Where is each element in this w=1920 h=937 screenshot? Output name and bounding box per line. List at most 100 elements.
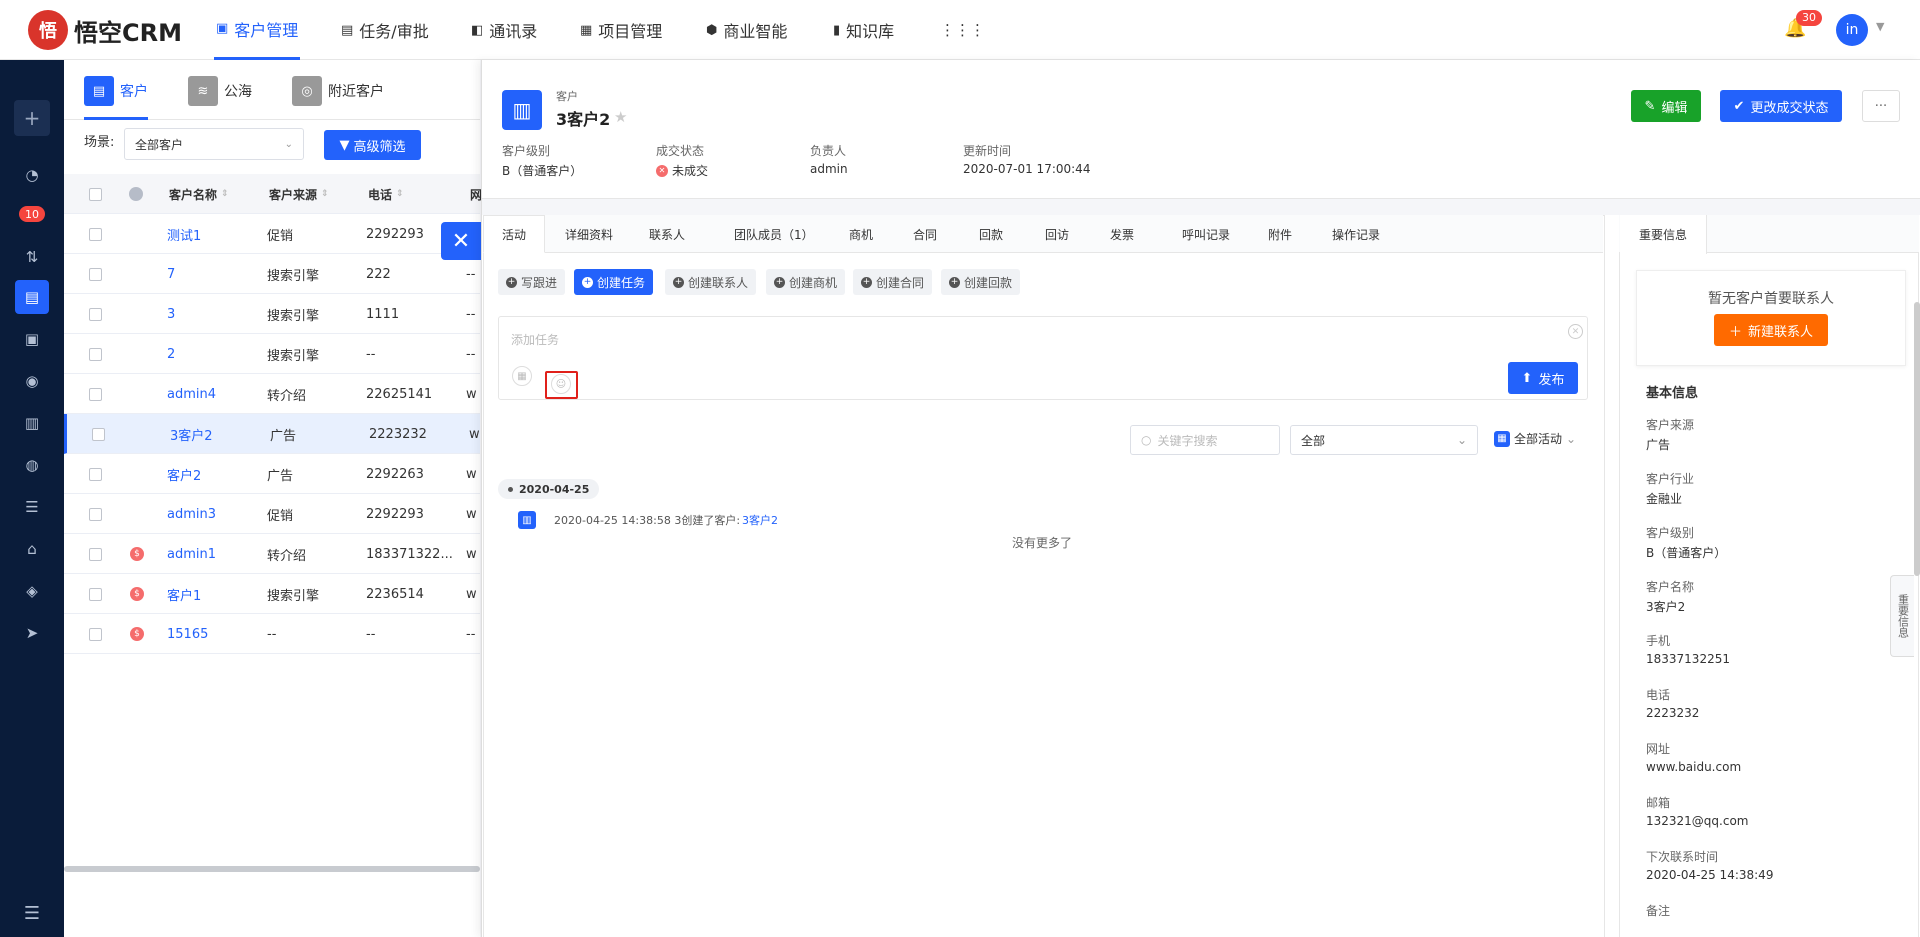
table-row[interactable]: 测试1 促销 2292293 [64,214,480,254]
stack-icon[interactable]: ☰ [0,492,64,522]
app-logo[interactable]: 悟 悟空CRM [28,10,182,50]
row-checkbox[interactable] [89,347,102,361]
customer-name-link[interactable]: 客户1 [167,574,201,614]
collapse-menu-icon[interactable]: ☰ [0,898,64,928]
customer-name-link[interactable]: 15165 [167,614,208,654]
scene-select[interactable]: 全部客户 ⌄ [124,128,304,160]
tab-customer[interactable]: ▤ 客户 [84,76,148,106]
table-row[interactable]: 客户2 广告 2292263 w [64,454,480,494]
tab-1[interactable]: 详细资料 [565,215,613,253]
task-input-box[interactable] [498,316,1588,400]
customer-icon[interactable]: ▤ [0,280,64,314]
row-checkbox[interactable] [89,507,102,521]
star-icon[interactable]: ★ [614,108,627,126]
avatar[interactable]: in [1836,14,1868,46]
publish-button[interactable]: ⬆ 发布 [1508,362,1578,394]
tab-10[interactable]: 附件 [1268,215,1292,253]
row-checkbox[interactable] [89,547,102,561]
add-icon[interactable]: + [14,100,50,136]
keyword-search-input[interactable]: ○ 关键字搜索 [1130,425,1280,455]
timeline-customer-link[interactable]: 3客户2 [742,512,778,528]
action-chip-3[interactable]: + 创建商机 [766,269,846,295]
action-chip-5[interactable]: + 创建回款 [941,269,1021,295]
tab-important-info[interactable]: 重要信息 [1620,215,1707,254]
tab-8[interactable]: 发票 [1110,215,1134,253]
nav-tasks[interactable]: ▤ 任务/审批 [341,0,429,60]
tab-3[interactable]: 团队成员（1） [734,215,814,253]
nav-knowledge[interactable]: ▮ 知识库 [833,0,894,60]
horizontal-scrollbar[interactable] [64,866,480,872]
tab-2[interactable]: 联系人 [649,215,685,253]
advanced-filter-button[interactable]: ▼ 高级筛选 [324,130,421,160]
table-row[interactable]: $15165 -- -- -- [64,614,480,654]
task-input-placeholder[interactable]: 添加任务 [511,331,559,348]
select-all-checkbox[interactable] [89,187,102,201]
nav-bi[interactable]: ⬢ 商业智能 [706,0,787,60]
home-icon[interactable]: ⌂ [0,534,64,564]
header-name[interactable]: 客户名称 ⇕ [169,174,229,214]
edit-button[interactable]: ✎ 编辑 [1631,90,1701,122]
contact-icon[interactable]: ▣ [0,324,64,354]
tab-7[interactable]: 回访 [1045,215,1069,253]
row-checkbox[interactable] [89,627,102,641]
table-row[interactable]: 3客户2 广告 2223232 w [64,414,480,454]
row-checkbox[interactable] [89,467,102,481]
customer-name-link[interactable]: 3客户2 [170,414,213,454]
box-icon[interactable]: ◈ [0,576,64,606]
table-row[interactable]: $ admin1 转介绍 183371322... w [64,534,480,574]
clear-icon[interactable]: ✕ [1568,324,1583,339]
action-chip-2[interactable]: + 创建联系人 [665,269,757,295]
table-row[interactable]: admin3 促销 2292293 w [64,494,480,534]
tab-11[interactable]: 操作记录 [1332,215,1380,253]
row-checkbox[interactable] [89,387,102,401]
customer-name-link[interactable]: 7 [167,254,175,294]
tab-nearby[interactable]: ◎ 附近客户 [292,76,384,106]
change-status-button[interactable]: ✔ 更改成交状态 [1720,90,1842,122]
table-row[interactable]: 7 搜索引擎 222 -- [64,254,480,294]
action-chip-0[interactable]: + 写跟进 [498,269,566,295]
dashboard-icon[interactable]: ◔ [0,160,64,190]
customer-name-link[interactable]: 3 [167,294,175,334]
bag-icon[interactable]: ◍ [0,450,64,480]
calendar-icon[interactable]: ▦ [512,366,532,386]
tab-9[interactable]: 呼叫记录 [1182,215,1230,253]
important-info-side-tab[interactable]: 重要信息 [1890,575,1914,657]
nav-contacts[interactable]: ◧ 通讯录 [471,0,537,60]
tab-5[interactable]: 合同 [913,215,937,253]
nav-projects[interactable]: ▦ 项目管理 [580,0,662,60]
activity-type-select[interactable]: 全部 ⌄ [1290,425,1478,455]
action-chip-4[interactable]: + 创建合同 [853,269,933,295]
customer-name-link[interactable]: 2 [167,334,175,374]
customer-name-link[interactable]: admin3 [167,494,216,534]
table-row[interactable]: 3 搜索引擎 1111 -- [64,294,480,334]
contract-icon[interactable]: ▥ [0,408,64,438]
close-detail-button[interactable]: ✕ [441,222,481,260]
vertical-scrollbar[interactable] [1914,302,1920,576]
tab-0[interactable]: 活动 [483,215,546,253]
header-source[interactable]: 客户来源 ⇕ [269,174,329,214]
row-checkbox[interactable] [89,307,102,321]
transfer-icon[interactable]: ⇅ [0,242,64,272]
row-checkbox[interactable] [89,587,102,601]
tab-6[interactable]: 回款 [979,215,1003,253]
customer-name-link[interactable]: 测试1 [167,214,201,254]
tab-4[interactable]: 商机 [849,215,873,253]
tab-public-sea[interactable]: ≋ 公海 [188,76,252,106]
new-contact-button[interactable]: ＋ 新建联系人 [1714,314,1828,346]
row-checkbox[interactable] [89,267,102,281]
all-activity-dropdown[interactable]: ▦ 全部活动 ⌄ [1494,430,1576,447]
table-row[interactable]: $ 客户1 搜索引擎 2236514 w [64,574,480,614]
action-chip-1[interactable]: + 创建任务 [574,269,654,295]
table-row[interactable]: 2 搜索引擎 -- -- [64,334,480,374]
user-icon[interactable]: ☺ [551,374,571,394]
customer-name-link[interactable]: 客户2 [167,454,201,494]
table-row[interactable]: admin4 转介绍 22625141 w [64,374,480,414]
money-icon[interactable]: ◉ [0,366,64,396]
customer-name-link[interactable]: admin4 [167,374,216,414]
chevron-down-icon[interactable]: ▼ [1876,20,1884,33]
row-checkbox[interactable] [92,427,105,441]
more-button[interactable]: ··· [1862,90,1900,122]
nav-customer-management[interactable]: ▣ 客户管理 [214,0,301,60]
apps-grid-icon[interactable]: ⋮⋮⋮ [940,0,985,60]
row-checkbox[interactable] [89,227,102,241]
